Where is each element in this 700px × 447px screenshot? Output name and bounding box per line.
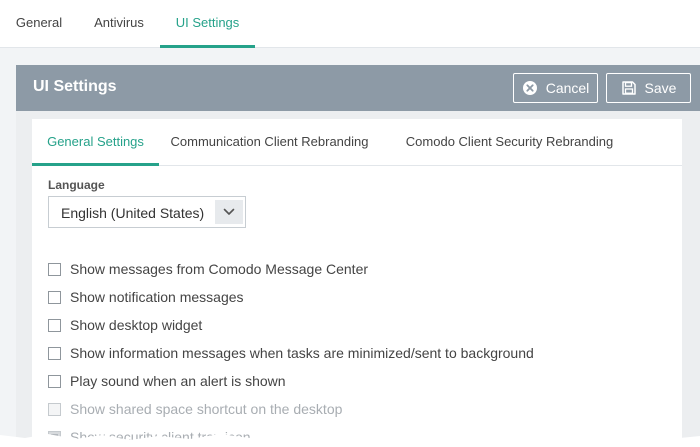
tab-antivirus[interactable]: Antivirus — [78, 0, 160, 48]
checkbox[interactable] — [48, 262, 61, 276]
settings-card: General Settings Communication Client Re… — [32, 119, 682, 447]
tab-comodo-client-security-rebranding[interactable]: Comodo Client Security Rebranding — [397, 119, 622, 166]
checkbox[interactable] — [48, 318, 61, 332]
floppy-disk-icon — [621, 80, 637, 96]
cancel-button[interactable]: Cancel — [513, 73, 598, 103]
chevron-down-icon[interactable] — [215, 200, 243, 224]
cancel-icon — [522, 80, 538, 96]
option-label: Show information messages when tasks are… — [70, 345, 534, 361]
option-label: Show notification messages — [70, 289, 244, 305]
option-notification-messages[interactable]: Show notification messages — [48, 283, 668, 311]
option-play-sound[interactable]: Play sound when an alert is shown — [48, 367, 668, 395]
language-select-value: English (United States) — [61, 205, 205, 221]
panel-header: UI Settings Cancel Save — [16, 65, 700, 111]
options-list: Show messages from Comodo Message Center… — [48, 255, 668, 447]
checkbox[interactable] — [48, 374, 61, 388]
save-button-label: Save — [644, 80, 677, 96]
option-information-messages[interactable]: Show information messages when tasks are… — [48, 339, 668, 367]
checkbox[interactable] — [48, 290, 61, 304]
save-button[interactable]: Save — [606, 73, 691, 103]
option-label: Show shared space shortcut on the deskto… — [70, 401, 343, 417]
option-label: Show messages from Comodo Message Center — [70, 261, 369, 277]
option-label: Show security client tray icon — [70, 429, 251, 445]
option-label: Show desktop widget — [70, 317, 203, 333]
tab-general-settings[interactable]: General Settings — [32, 119, 159, 166]
option-label: Play sound when an alert is shown — [70, 373, 286, 389]
option-desktop-widget[interactable]: Show desktop widget — [48, 311, 668, 339]
cancel-button-label: Cancel — [545, 80, 590, 96]
tab-communication-client-rebranding[interactable]: Communication Client Rebranding — [165, 119, 374, 166]
option-message-center[interactable]: Show messages from Comodo Message Center — [48, 255, 668, 283]
checkbox[interactable] — [48, 346, 61, 360]
checkbox — [48, 430, 61, 444]
ui-settings-panel: UI Settings Cancel Save General Settings… — [16, 65, 700, 447]
language-select[interactable]: English (United States) — [48, 196, 246, 228]
language-label: Language — [48, 178, 105, 192]
panel-title: UI Settings — [33, 78, 117, 95]
tab-ui-settings[interactable]: UI Settings — [160, 0, 255, 48]
top-tab-bar: General Antivirus UI Settings — [0, 0, 700, 48]
sub-tab-bar: General Settings Communication Client Re… — [32, 119, 682, 166]
tab-general[interactable]: General — [0, 0, 78, 48]
option-shared-space-shortcut: Show shared space shortcut on the deskto… — [48, 395, 668, 423]
checkbox — [48, 402, 61, 416]
option-tray-icon: Show security client tray icon — [48, 423, 668, 447]
